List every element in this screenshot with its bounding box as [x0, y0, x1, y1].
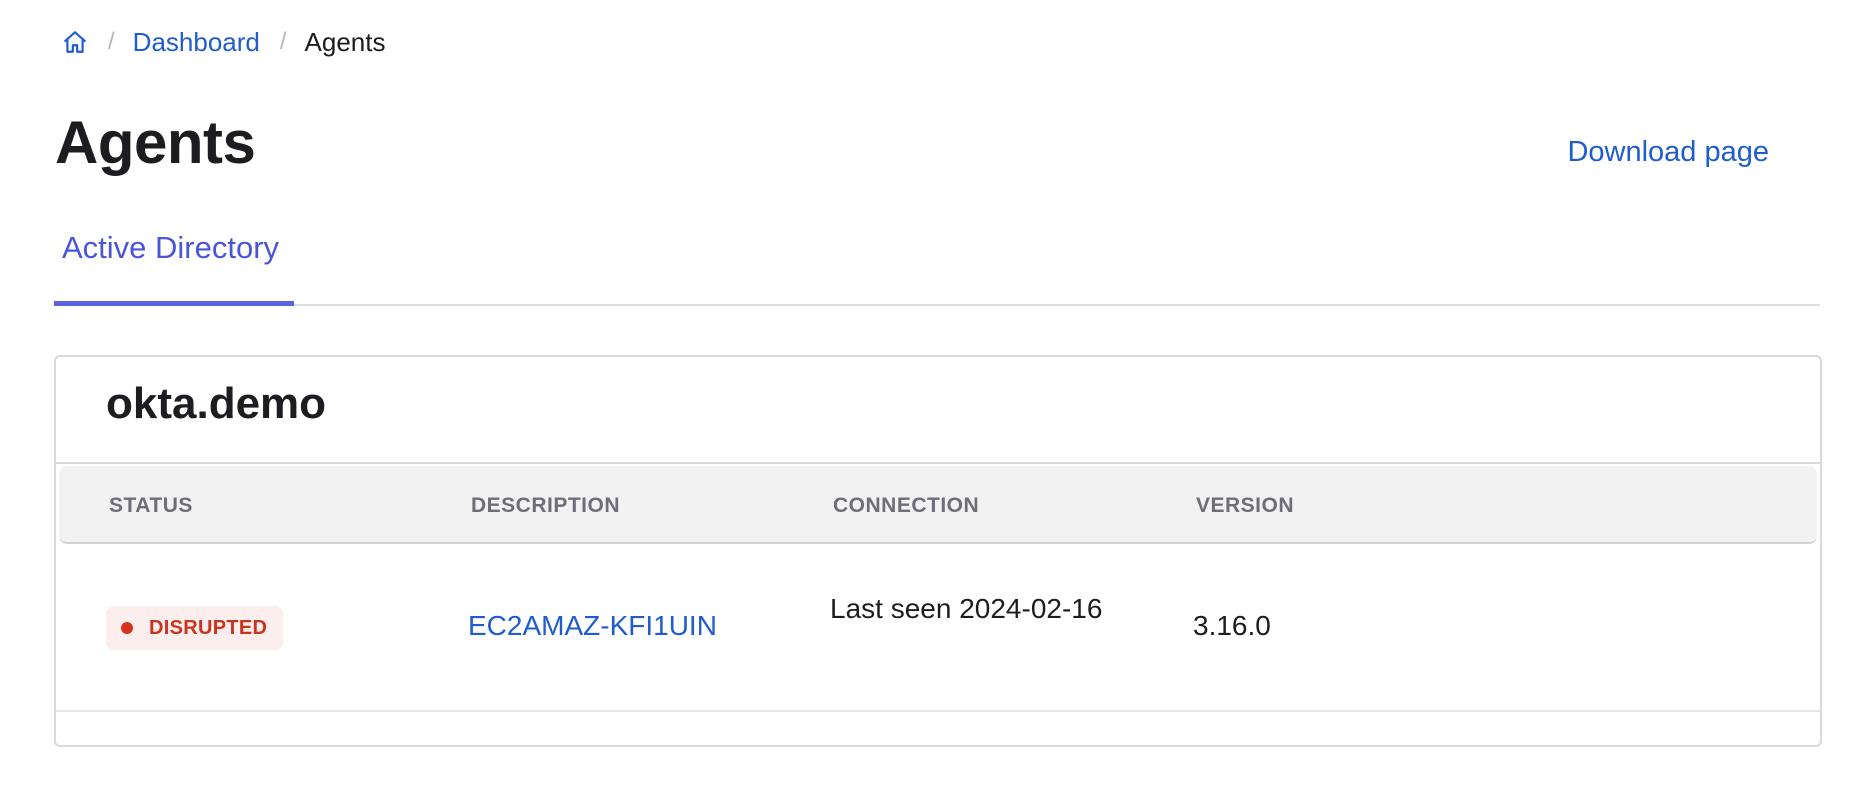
version-text: 3.16.0 — [1193, 610, 1271, 641]
breadcrumb-separator: / — [279, 28, 287, 55]
status-dot-icon — [121, 622, 133, 634]
card-header: okta.demo — [56, 357, 1820, 464]
card-title: okta.demo — [106, 379, 327, 428]
agent-description-link[interactable]: EC2AMAZ-KFI1UIN — [468, 610, 717, 642]
download-page-link[interactable]: Download page — [1567, 136, 1769, 169]
table-header: STATUS DESCRIPTION CONNECTION VERSION — [59, 466, 1817, 544]
breadcrumb-dashboard-link[interactable]: Dashboard — [133, 27, 260, 58]
column-header-description: DESCRIPTION — [471, 494, 621, 517]
connection-text: Last seen 2024-02-16 — [830, 593, 1103, 624]
page-title: Agents — [55, 109, 256, 176]
breadcrumb-current: Agents — [304, 26, 386, 57]
table-row: DISRUPTED EC2AMAZ-KFI1UIN Last seen 2024… — [56, 544, 1820, 712]
status-badge: DISRUPTED — [106, 606, 284, 650]
breadcrumb-separator: / — [108, 28, 115, 55]
column-header-status: STATUS — [109, 494, 193, 517]
tab-bar: Active Directory — [54, 222, 1820, 306]
column-header-version: VERSION — [1196, 494, 1295, 517]
status-label: DISRUPTED — [149, 616, 268, 639]
agent-group-card: okta.demo STATUS DESCRIPTION CONNECTION … — [54, 355, 1822, 747]
column-header-connection: CONNECTION — [833, 494, 980, 517]
agents-page: / Dashboard / Agents Agents Download pag… — [0, 0, 1864, 792]
home-icon[interactable] — [62, 29, 88, 55]
breadcrumb: / Dashboard / Agents — [62, 26, 386, 58]
tab-active-directory[interactable]: Active Directory — [54, 222, 294, 306]
